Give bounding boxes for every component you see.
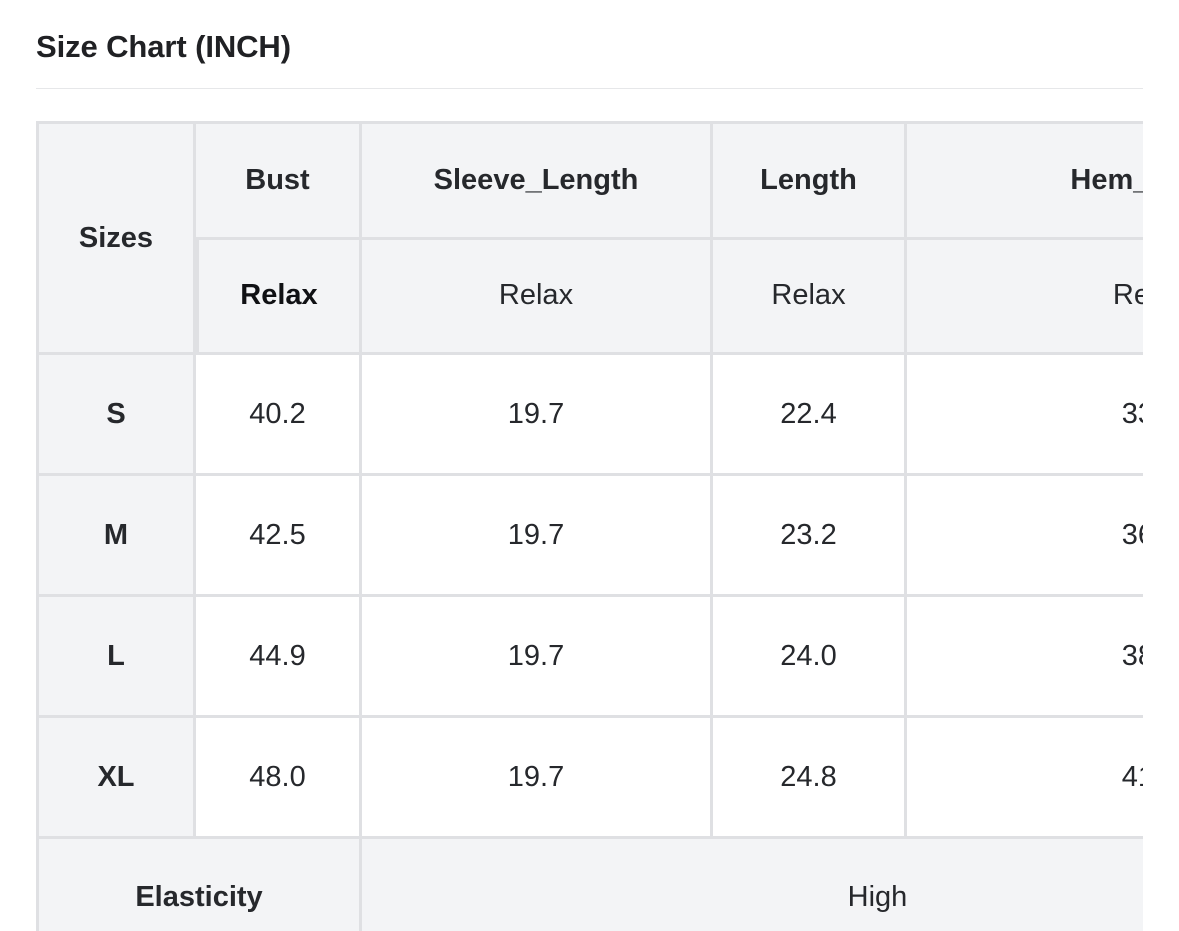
size-chart-page: Size Chart (INCH) Sizes Bust Sleeve_Leng… [0, 0, 1179, 931]
cell-l-hem-width: 38.6 [907, 597, 1143, 719]
size-chart-table-scroll[interactable]: Sizes Bust Sleeve_Length Length Hem_Widt… [36, 121, 1143, 931]
elasticity-value: High [362, 839, 1143, 931]
cell-m-length: 23.2 [713, 476, 907, 598]
table-row-elasticity: Elasticity High [36, 839, 1143, 931]
title-divider [36, 88, 1143, 90]
cell-s-length: 22.4 [713, 355, 907, 477]
table-header-row-fit: Relax Relax Relax Relax [36, 239, 1143, 356]
cell-m-bust: 42.5 [196, 476, 362, 598]
subheader-cell-hem-width-fit: Relax [907, 239, 1143, 356]
table-row: M 42.5 19.7 23.2 36.2 [36, 476, 1143, 598]
header-cell-length: Length [713, 121, 907, 240]
header-cell-hem-width: Hem_Width [907, 121, 1143, 240]
cell-l-sleeve-length: 19.7 [362, 597, 713, 719]
cell-s-sleeve-length: 19.7 [362, 355, 713, 477]
subheader-cell-sleeve-length-fit: Relax [362, 239, 713, 356]
cell-m-hem-width: 36.2 [907, 476, 1143, 598]
table-row: XL 48.0 19.7 24.8 41.7 [36, 718, 1143, 840]
page-title: Size Chart (INCH) [36, 29, 291, 64]
cell-s-hem-width: 33.9 [907, 355, 1143, 477]
table-header-row-measurements: Sizes Bust Sleeve_Length Length Hem_Widt… [36, 121, 1143, 356]
cell-xl-length: 24.8 [713, 718, 907, 840]
subheader-cell-bust-fit: Relax [196, 239, 362, 356]
elasticity-label: Elasticity [36, 839, 362, 931]
cell-xl-sleeve-length: 19.7 [362, 718, 713, 840]
header-cell-sleeve-length: Sleeve_Length [362, 121, 713, 240]
cell-xl-hem-width: 41.7 [907, 718, 1143, 840]
size-label-m: M [36, 476, 196, 598]
cell-l-length: 24.0 [713, 597, 907, 719]
size-label-l: L [36, 597, 196, 719]
cell-s-bust: 40.2 [196, 355, 362, 477]
table-row: L 44.9 19.7 24.0 38.6 [36, 597, 1143, 719]
header-cell-sizes: Sizes [36, 121, 196, 356]
size-chart-table: Sizes Bust Sleeve_Length Length Hem_Widt… [36, 121, 1143, 931]
subheader-cell-length-fit: Relax [713, 239, 907, 356]
page-header: Size Chart (INCH) [0, 0, 1179, 65]
table-row: S 40.2 19.7 22.4 33.9 [36, 355, 1143, 477]
cell-l-bust: 44.9 [196, 597, 362, 719]
size-label-xl: XL [36, 718, 196, 840]
size-label-s: S [36, 355, 196, 477]
cell-xl-bust: 48.0 [196, 718, 362, 840]
header-cell-bust: Bust [196, 121, 362, 240]
cell-m-sleeve-length: 19.7 [362, 476, 713, 598]
